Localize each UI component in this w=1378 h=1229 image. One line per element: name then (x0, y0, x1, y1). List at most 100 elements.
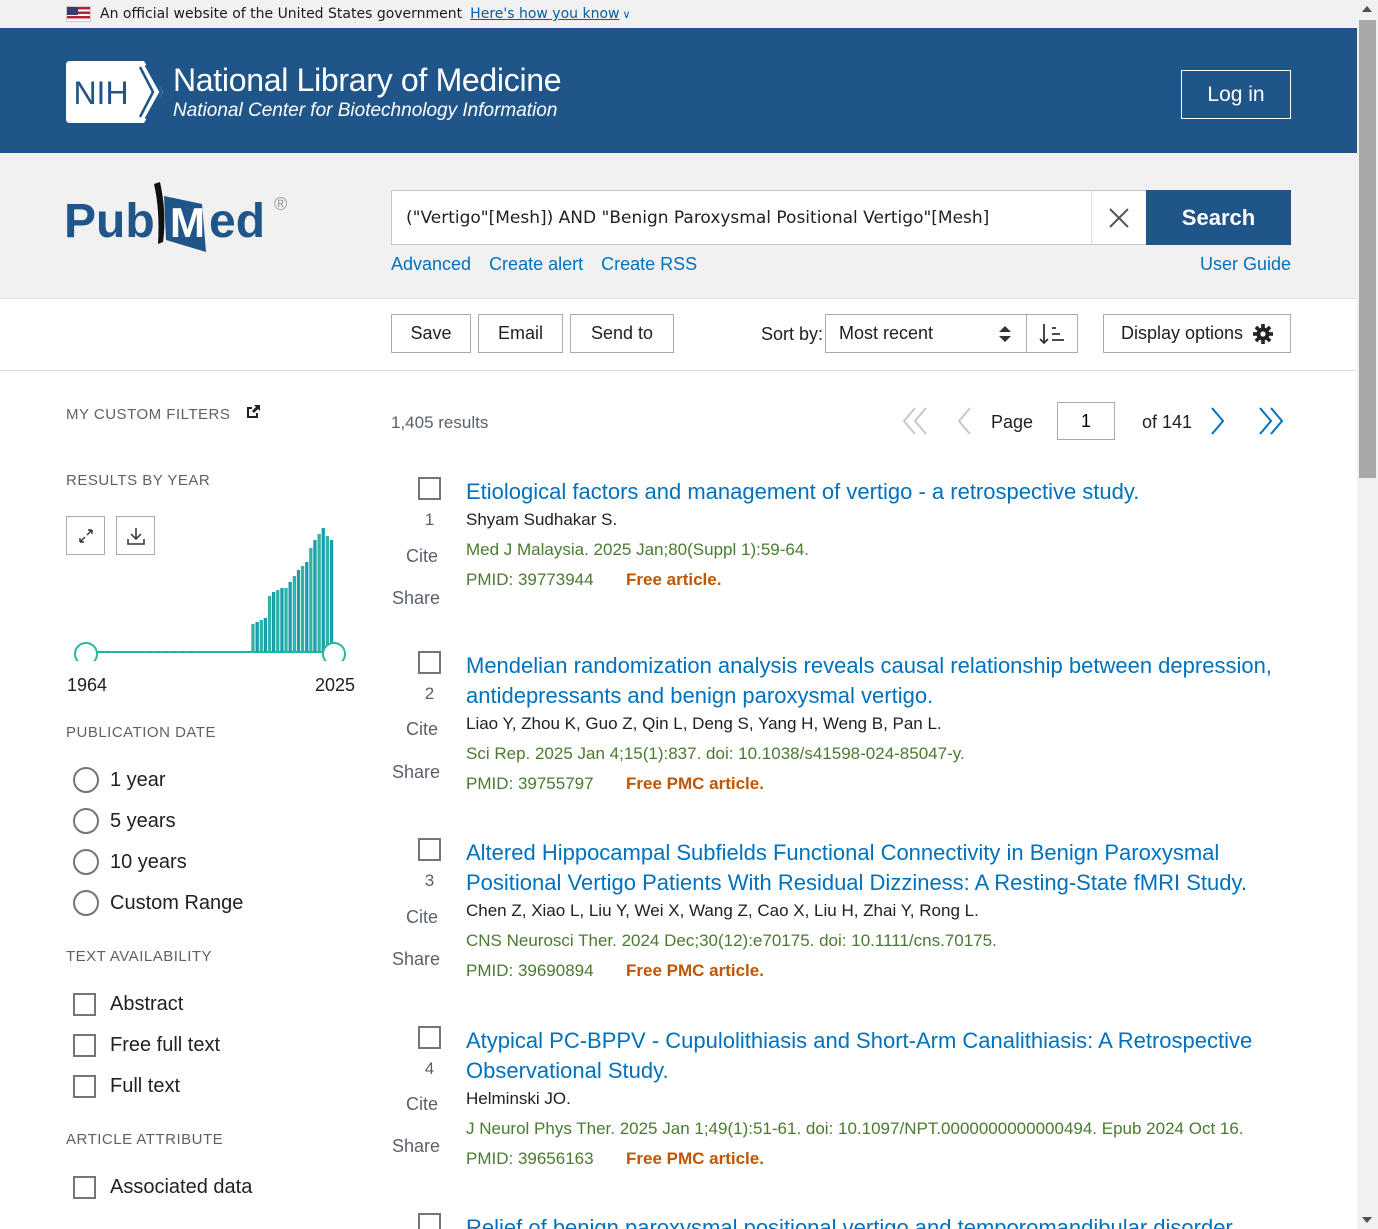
advanced-link[interactable]: Advanced (391, 254, 471, 275)
histogram-bar (276, 590, 280, 652)
create-alert-link[interactable]: Create alert (489, 254, 583, 275)
clear-search-button[interactable] (1091, 191, 1146, 244)
histogram-bar (189, 651, 193, 652)
free-article-badge: Free PMC article. (626, 774, 764, 793)
article-checkbox[interactable] (418, 1213, 441, 1229)
article-title-link[interactable]: Mendelian randomization analysis reveals… (466, 651, 1286, 711)
histogram-bar (309, 548, 313, 652)
radio-button[interactable] (73, 849, 99, 875)
display-options-button[interactable]: Display options (1103, 314, 1291, 353)
pubmed-logo[interactable]: Pub M ed ® (64, 180, 294, 260)
filter-5-years[interactable]: 5 years (73, 808, 176, 834)
histogram-bar (185, 651, 189, 652)
article-checkbox[interactable] (418, 651, 441, 674)
article-checkbox[interactable] (418, 477, 441, 500)
histogram-bar (197, 651, 201, 652)
filter-free-full-text[interactable]: Free full text (73, 1034, 220, 1057)
scroll-down-arrow-icon[interactable] (1362, 1217, 1372, 1223)
chevron-down-icon[interactable]: ∨ (622, 8, 630, 21)
my-custom-filters-heading[interactable]: MY CUSTOM FILTERS (66, 404, 261, 423)
histogram-bar (114, 651, 119, 652)
histogram-bar (123, 651, 127, 652)
histogram-bar (218, 651, 222, 652)
share-button[interactable]: Share (392, 588, 440, 609)
checkbox[interactable] (73, 993, 96, 1016)
checkbox[interactable] (73, 1176, 96, 1199)
article-checkbox[interactable] (418, 838, 441, 861)
nlm-title[interactable]: National Library of Medicine (173, 62, 562, 99)
histogram-bar (201, 651, 205, 652)
histogram-bar (102, 651, 106, 652)
cite-button[interactable]: Cite (406, 1094, 438, 1115)
scrollbar-thumb[interactable] (1359, 20, 1376, 478)
filter-label: Custom Range (110, 891, 244, 914)
filter-abstract[interactable]: Abstract (73, 993, 183, 1016)
radio-button[interactable] (73, 890, 99, 916)
article-title-link[interactable]: Altered Hippocampal Subfields Functional… (466, 838, 1286, 898)
results-by-year-histogram[interactable] (66, 516, 356, 661)
histogram-bar (152, 651, 156, 652)
sort-order-button[interactable] (1026, 314, 1078, 353)
cite-button[interactable]: Cite (406, 719, 438, 740)
heres-how-you-know-link[interactable]: Here's how you know (470, 6, 619, 22)
page-scrollbar[interactable] (1357, 0, 1378, 1229)
nih-header: NIH National Library of Medicine Nationa… (0, 28, 1357, 153)
checkbox[interactable] (73, 1034, 96, 1057)
create-rss-link[interactable]: Create RSS (601, 254, 697, 275)
first-page-icon[interactable] (901, 405, 931, 437)
article-pmid: PMID: 39755797 (466, 774, 594, 793)
nih-logo[interactable]: NIH (66, 61, 163, 123)
share-button[interactable]: Share (392, 949, 440, 970)
article-title-link[interactable]: Relief of benign paroxysmal positional v… (466, 1213, 1286, 1229)
histogram-bar (156, 651, 160, 652)
checkbox[interactable] (73, 1075, 96, 1098)
last-page-icon[interactable] (1255, 405, 1285, 437)
select-arrows-icon (999, 326, 1011, 342)
filter-10-years[interactable]: 10 years (73, 849, 187, 875)
search-input[interactable] (392, 191, 1091, 244)
filter-custom-range[interactable]: Custom Range (73, 890, 243, 916)
user-guide-link[interactable]: User Guide (1200, 254, 1291, 275)
histogram-bar (296, 570, 301, 652)
text-availability-heading: TEXT AVAILABILITY (66, 948, 213, 965)
histogram-bar (251, 624, 255, 652)
cite-button[interactable]: Cite (406, 907, 438, 928)
cite-button[interactable]: Cite (406, 546, 438, 567)
gov-banner: An official website of the United States… (0, 0, 1357, 28)
email-button[interactable]: Email (478, 314, 563, 353)
filter-full-text[interactable]: Full text (73, 1075, 180, 1098)
histogram-bar (313, 540, 317, 652)
send-to-button[interactable]: Send to (570, 314, 674, 353)
filter-associated-data[interactable]: Associated data (73, 1176, 252, 1199)
range-start-handle[interactable] (74, 642, 98, 661)
page-number-input[interactable] (1057, 402, 1115, 440)
share-button[interactable]: Share (392, 1136, 440, 1157)
sort-value: Most recent (839, 323, 934, 343)
scroll-up-arrow-icon[interactable] (1362, 6, 1372, 12)
article-title-link[interactable]: Atypical PC-BPPV - Cupulolithiasis and S… (466, 1026, 1286, 1086)
close-icon[interactable] (1108, 207, 1130, 229)
search-box (391, 190, 1147, 245)
search-button[interactable]: Search (1146, 190, 1291, 245)
previous-page-icon[interactable] (955, 405, 975, 437)
filter-label: Associated data (110, 1176, 253, 1198)
range-end-handle[interactable] (322, 642, 346, 661)
histogram-bars (86, 528, 334, 652)
free-article-badge: Free PMC article. (626, 961, 764, 980)
histogram-bar (321, 528, 325, 652)
next-page-icon[interactable] (1207, 405, 1227, 437)
article-title-link[interactable]: Etiological factors and management of ve… (466, 477, 1286, 507)
histogram-bar (292, 576, 296, 652)
radio-button[interactable] (73, 808, 99, 834)
login-button[interactable]: Log in (1181, 70, 1291, 119)
sort-select[interactable]: Most recent (825, 314, 1027, 353)
results-toolbar: Save Email Send to Sort by: Most recent … (0, 299, 1357, 371)
radio-button[interactable] (73, 767, 99, 793)
share-button[interactable]: Share (392, 762, 440, 783)
save-button[interactable]: Save (391, 314, 471, 353)
filter-1-year[interactable]: 1 year (73, 767, 166, 793)
histogram-bar (168, 651, 172, 652)
filter-label: Abstract (110, 993, 184, 1015)
article-checkbox[interactable] (418, 1026, 441, 1049)
external-link-icon[interactable] (245, 404, 261, 420)
